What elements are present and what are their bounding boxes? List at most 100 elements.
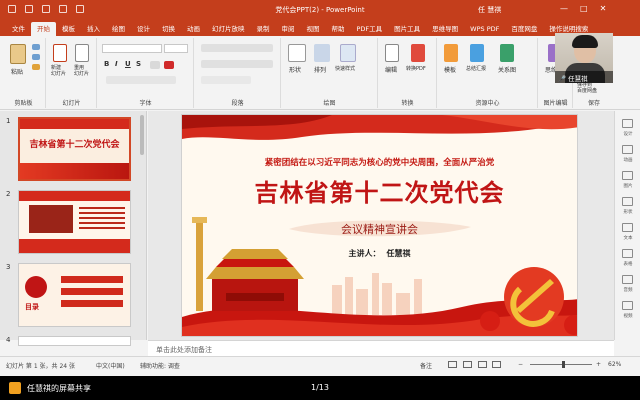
right-pane-label: 动画 xyxy=(623,158,633,163)
summary-label: 总结汇报 xyxy=(466,66,487,72)
language-indicator[interactable]: 中文(中国) xyxy=(96,361,125,370)
italic-button[interactable]: I xyxy=(115,60,118,68)
font-extra-tools[interactable] xyxy=(106,76,176,84)
summary-icon[interactable] xyxy=(470,44,484,62)
group-convert: 编辑 转换PDF 转换 xyxy=(379,38,437,108)
maximize-icon[interactable]: □ xyxy=(580,4,588,13)
thumbnail-slide-2[interactable] xyxy=(18,190,131,254)
convert-group-label: 转换 xyxy=(401,100,414,107)
copy-icon[interactable] xyxy=(32,54,40,60)
ribbon-tab[interactable]: PDF工具 xyxy=(351,22,389,36)
ribbon-tab[interactable]: 切换 xyxy=(156,22,181,36)
right-pane-icon[interactable] xyxy=(622,119,633,128)
thumb-bottom-decoration xyxy=(20,163,129,179)
notes-toggle-button[interactable]: 备注 xyxy=(420,361,432,370)
pdf-icon[interactable] xyxy=(411,44,425,62)
reading-view-icon[interactable] xyxy=(478,361,487,368)
baidu-save-label[interactable]: 保存到 百度网盘 xyxy=(577,82,597,94)
bold-button[interactable]: B xyxy=(104,60,109,68)
share-page-indicator: 1/13 xyxy=(311,383,329,392)
right-pane-icon[interactable] xyxy=(622,249,633,258)
account-name[interactable]: 任 慧祺 xyxy=(478,5,501,15)
text-direction-buttons[interactable] xyxy=(201,76,251,84)
thumbnail-slide-4[interactable] xyxy=(18,336,131,346)
webcam-name-tag: 🎤 任慧祺 xyxy=(555,71,613,83)
zoom-level[interactable]: 62% xyxy=(608,361,621,368)
ribbon-tab[interactable]: 视图 xyxy=(301,22,326,36)
ribbon-tab[interactable]: 录制 xyxy=(251,22,276,36)
presenter-webcam: 🎤 任慧祺 xyxy=(555,33,613,83)
bottom-decoration xyxy=(182,217,577,336)
edit-label: 编辑 xyxy=(385,67,398,74)
align-buttons[interactable] xyxy=(201,60,273,68)
thumbnail-slide-1[interactable]: 吉林省第十二次党代会 xyxy=(18,117,131,181)
right-pane-icon[interactable] xyxy=(622,275,633,284)
accessibility-indicator[interactable]: 辅助功能: 调查 xyxy=(140,361,180,370)
right-pane-label: 表格 xyxy=(623,262,633,267)
font-name-box[interactable] xyxy=(102,44,162,53)
thumbnails-scrollbar[interactable] xyxy=(140,115,144,155)
reuse-slide-icon[interactable] xyxy=(75,44,89,62)
paste-icon[interactable] xyxy=(10,44,26,64)
ribbon-tab[interactable]: WPS PDF xyxy=(464,22,505,36)
status-bar: 幻灯片 第 1 张，共 24 张 中文(中国) 辅助功能: 调查 备注 − + … xyxy=(0,356,640,371)
notes-pane[interactable]: 单击此处添加备注 xyxy=(148,340,614,356)
paste-label: 粘贴 xyxy=(11,69,24,76)
relation-icon[interactable] xyxy=(500,44,514,62)
slide-sorter-icon[interactable] xyxy=(463,361,472,368)
ribbon-tab[interactable]: 绘图 xyxy=(106,22,131,36)
list-buttons[interactable] xyxy=(201,44,273,52)
right-pane-icon[interactable] xyxy=(622,197,633,206)
template-label: 模板 xyxy=(444,67,457,74)
ribbon-tab[interactable]: 帮助 xyxy=(326,22,351,36)
ribbon-tab[interactable]: 百度网盘 xyxy=(505,22,543,36)
thumbnail-slide-3[interactable]: 目录 xyxy=(18,263,131,327)
ribbon-tab[interactable]: 动画 xyxy=(181,22,206,36)
ribbon-tab[interactable]: 模板 xyxy=(56,22,81,36)
arrange-icon[interactable] xyxy=(314,44,330,62)
powerpoint-titlebar: 党代会PPT(2) - PowerPoint 任 慧祺 — □ ✕ xyxy=(0,0,640,20)
shadow-button[interactable]: S xyxy=(136,60,141,68)
save-group-label: 保存 xyxy=(587,100,600,107)
zoom-slider[interactable] xyxy=(530,364,592,365)
right-pane-icon[interactable] xyxy=(622,223,633,232)
right-pane-icon[interactable] xyxy=(622,145,633,154)
normal-view-icon[interactable] xyxy=(448,361,457,368)
zoom-slider-thumb[interactable] xyxy=(562,361,565,368)
cut-icon[interactable] xyxy=(32,44,40,50)
relation-label: 关系图 xyxy=(498,67,517,74)
right-pane-icon[interactable] xyxy=(622,301,633,310)
font-size-box[interactable] xyxy=(164,44,188,53)
ribbon-tab[interactable]: 开始 xyxy=(31,22,56,36)
shapes-label: 形状 xyxy=(289,67,302,74)
right-pane-label: 视频 xyxy=(623,314,633,319)
current-slide[interactable]: 紧密团结在以习近平同志为核心的党中央周围，全面从严治党 吉林省第十二次党代会 会… xyxy=(181,114,578,337)
font-color-icon[interactable] xyxy=(164,61,174,69)
ribbon-tab[interactable]: 思维导图 xyxy=(426,22,464,36)
thumb-number-3: 3 xyxy=(6,263,11,271)
slide-title: 吉林省第十二次党代会 xyxy=(254,179,505,207)
ribbon-tab[interactable]: 幻灯片放映 xyxy=(206,22,251,36)
zoom-out-icon[interactable]: − xyxy=(518,361,523,368)
ribbon-tab[interactable]: 文件 xyxy=(6,22,31,36)
slideshow-icon[interactable] xyxy=(492,361,501,368)
ribbon-tab[interactable]: 图片工具 xyxy=(388,22,426,36)
close-icon[interactable]: ✕ xyxy=(600,4,607,13)
ribbon-tab[interactable]: 设计 xyxy=(131,22,156,36)
ribbon-tab[interactable]: 审阅 xyxy=(276,22,301,36)
quick-styles-icon[interactable] xyxy=(340,44,356,62)
zoom-in-icon[interactable]: + xyxy=(596,361,601,368)
ribbon-tab[interactable]: 插入 xyxy=(81,22,106,36)
underline-button[interactable]: U xyxy=(125,60,131,68)
edit-icon[interactable] xyxy=(385,44,399,62)
slides-group-label: 幻灯片 xyxy=(62,100,81,107)
window-title: 党代会PPT(2) - PowerPoint xyxy=(275,6,365,14)
char-spacing-icon[interactable] xyxy=(150,61,160,69)
format-painter-icon[interactable] xyxy=(32,64,40,70)
font-group-label: 字体 xyxy=(139,100,152,107)
template-icon[interactable] xyxy=(444,44,458,62)
minimize-icon[interactable]: — xyxy=(560,4,568,13)
shapes-icon[interactable] xyxy=(288,44,306,62)
new-slide-icon[interactable] xyxy=(53,44,67,62)
right-pane-icon[interactable] xyxy=(622,171,633,180)
